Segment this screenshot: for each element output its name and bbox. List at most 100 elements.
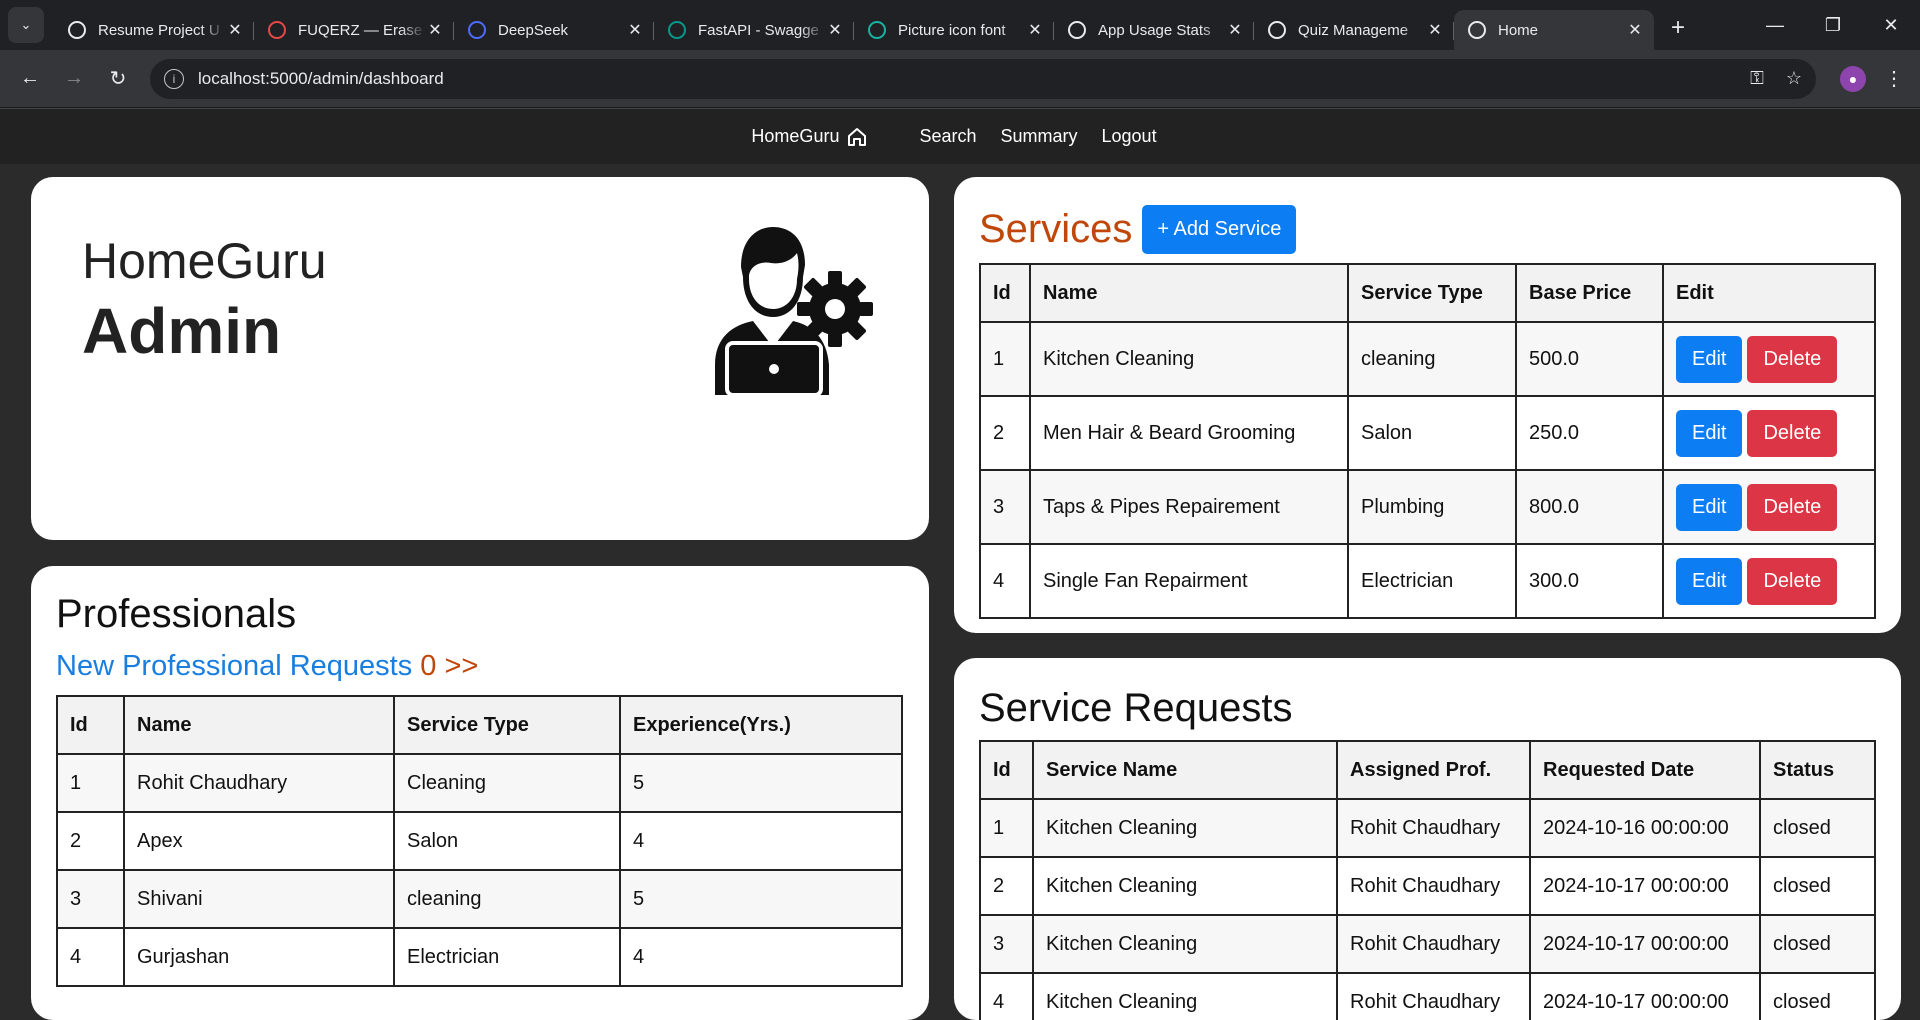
delete-service-button[interactable]: Delete <box>1747 557 1838 605</box>
tab-close-icon[interactable]: ✕ <box>1626 20 1644 40</box>
tab-close-icon[interactable]: ✕ <box>1026 20 1044 40</box>
tab-close-icon[interactable]: ✕ <box>1426 20 1444 40</box>
url-text: localhost:5000/admin/dashboard <box>198 68 444 88</box>
minimize-button[interactable]: — <box>1746 0 1804 50</box>
table-row: 4 Kitchen Cleaning Rohit Chaudhary 2024-10-… <box>979 972 1876 1020</box>
browser-tab[interactable]: Resume Project U ✕ <box>54 10 254 50</box>
new-tab-button[interactable]: + <box>1660 10 1696 46</box>
delete-service-button[interactable]: Delete <box>1747 483 1838 531</box>
browser-tab[interactable]: Picture icon font ✕ <box>854 10 1054 50</box>
browser-tab[interactable]: DeepSeek ✕ <box>454 10 654 50</box>
tab-close-icon[interactable]: ✕ <box>226 20 244 40</box>
table-cell: Kitchen Cleaning <box>1029 321 1349 397</box>
table-row: 1 Kitchen Cleaning cleaning 500.0 Edit Delete <box>979 321 1876 397</box>
delete-service-button[interactable]: Delete <box>1747 335 1838 383</box>
table-cell: closed <box>1759 798 1876 858</box>
tab-close-icon[interactable]: ✕ <box>626 20 644 40</box>
requests-label: New Professional Requests <box>56 650 413 682</box>
eraser-logo-icon <box>268 21 286 39</box>
browser-tab[interactable]: Home ✕ <box>1454 10 1654 50</box>
edit-service-button[interactable]: Edit <box>1676 483 1743 531</box>
tab-search-button[interactable]: ⌄ <box>8 7 44 43</box>
table-cell: Kitchen Cleaning <box>1032 798 1338 858</box>
table-cell: 1 <box>979 798 1034 858</box>
tab-title: Resume Project U <box>98 21 220 39</box>
tab-close-icon[interactable]: ✕ <box>426 20 444 40</box>
table-cell: closed <box>1759 914 1876 974</box>
professionals-heading: Professionals <box>56 592 297 636</box>
column-header: Service Name <box>1032 740 1338 800</box>
column-header: Requested Date <box>1529 740 1761 800</box>
table-cell: 250.0 <box>1515 395 1664 471</box>
brand[interactable]: HomeGuru <box>751 126 867 147</box>
tab-close-icon[interactable]: ✕ <box>1226 20 1244 40</box>
fastapi-icon <box>668 21 686 39</box>
browser-tab[interactable]: FUQERZ — Erase ✕ <box>254 10 454 50</box>
table-cell: Apex <box>123 811 395 871</box>
services-table: Id Name Service Type Base Price Edit 1 Kitche… <box>979 263 1876 619</box>
deepseek-whale-icon <box>468 21 486 39</box>
tab-title: Picture icon font <box>898 21 1006 39</box>
bookmark-star-icon[interactable]: ☆ <box>1786 68 1802 89</box>
table-row: 2 Apex Salon 4 <box>56 811 903 871</box>
table-cell: 1 <box>979 321 1031 397</box>
browser-tab[interactable]: FastAPI - Swagge ✕ <box>654 10 854 50</box>
service-requests-heading: Service Requests <box>979 686 1293 730</box>
actions-cell: Edit Delete <box>1662 469 1876 545</box>
table-cell: 4 <box>619 811 903 871</box>
back-button[interactable]: ← <box>10 59 50 99</box>
nav-link-search[interactable]: Search <box>919 126 976 147</box>
table-cell: 4 <box>979 972 1034 1020</box>
column-header: Id <box>56 695 125 755</box>
table-row: 3 Taps & Pipes Repairement Plumbing 800.0 Ed… <box>979 469 1876 545</box>
services-card: Services + Add Service Id Name Service Typ… <box>954 177 1901 633</box>
forward-button[interactable]: → <box>54 59 94 99</box>
table-cell: Salon <box>393 811 621 871</box>
tab-close-icon[interactable]: ✕ <box>826 20 844 40</box>
site-info-icon[interactable]: i <box>164 68 184 89</box>
reload-button[interactable]: ↻ <box>98 59 138 99</box>
profile-avatar[interactable]: ● <box>1840 65 1866 92</box>
browser-tab[interactable]: Quiz Manageme ✕ <box>1254 10 1454 50</box>
new-professional-requests-link[interactable]: New Professional Requests 0 >> <box>56 650 478 683</box>
browser-tab[interactable]: App Usage Stats ✕ <box>1054 10 1254 50</box>
edit-service-button[interactable]: Edit <box>1676 557 1743 605</box>
reload-icon: ↻ <box>109 68 127 90</box>
tab-title: Quiz Manageme <box>1298 21 1409 39</box>
edit-service-button[interactable]: Edit <box>1676 409 1743 457</box>
column-header: Service Type <box>1347 263 1517 323</box>
browser-menu-icon[interactable]: ⋮ <box>1884 66 1904 91</box>
column-header: Id <box>979 740 1034 800</box>
app-navbar: HomeGuru Search Summary Logout <box>0 108 1920 164</box>
table-cell: 2 <box>979 856 1034 916</box>
tab-title: FUQERZ — Erase <box>298 21 423 39</box>
tab-title: App Usage Stats <box>1098 21 1211 39</box>
table-cell: 3 <box>56 869 125 929</box>
openai-icon <box>68 21 86 39</box>
nav-link-summary[interactable]: Summary <box>1001 126 1078 147</box>
table-cell: 2024-10-16 00:00:00 <box>1529 798 1761 858</box>
table-row: 4 Single Fan Repairment Electrician 300.0 Ed… <box>979 543 1876 619</box>
hero-subtitle: Admin <box>82 295 282 367</box>
password-key-icon[interactable]: ⚿ <box>1750 68 1764 89</box>
table-cell: 500.0 <box>1515 321 1664 397</box>
table-cell: 1 <box>56 753 125 813</box>
restore-button[interactable]: ❐ <box>1804 0 1862 50</box>
nav-link-logout[interactable]: Logout <box>1102 126 1157 147</box>
table-row: 2 Men Hair & Beard Grooming Salon 250.0 Edit… <box>979 395 1876 471</box>
table-cell: 2 <box>56 811 125 871</box>
close-window-button[interactable]: ✕ <box>1862 0 1920 50</box>
globe-icon <box>1068 21 1086 39</box>
delete-service-button[interactable]: Delete <box>1747 409 1838 457</box>
add-service-button[interactable]: + Add Service <box>1142 205 1297 254</box>
home-icon <box>848 127 867 146</box>
service-requests-table: Id Service Name Assigned Prof. Requested Da… <box>979 740 1876 1020</box>
edit-service-button[interactable]: Edit <box>1676 335 1743 383</box>
table-cell: 300.0 <box>1515 543 1664 619</box>
address-bar[interactable]: i localhost:5000/admin/dashboard ⚿ ☆ <box>150 58 1816 99</box>
table-row: 3 Shivani cleaning 5 <box>56 869 903 929</box>
table-cell: Cleaning <box>393 753 621 813</box>
chevron-down-icon: ⌄ <box>20 17 32 32</box>
table-cell: 800.0 <box>1515 469 1664 545</box>
table-cell: Electrician <box>1347 543 1517 619</box>
